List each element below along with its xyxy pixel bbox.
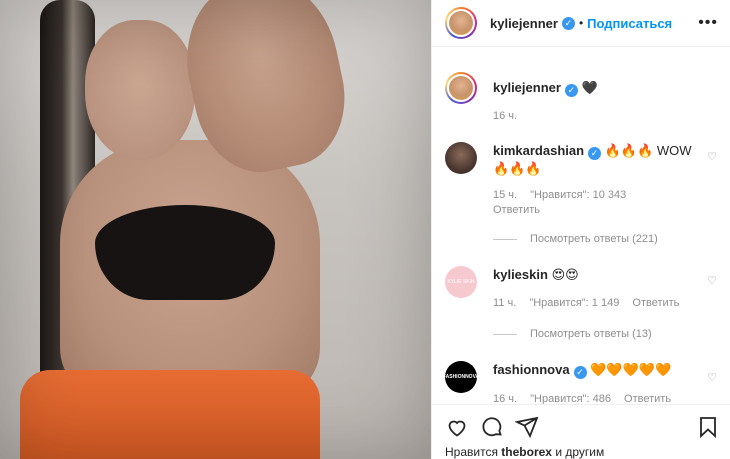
post-photo[interactable] [0, 0, 431, 459]
photo-vignette [0, 0, 431, 459]
caption-text: 🖤 [581, 80, 598, 95]
bookmark-icon[interactable] [696, 415, 720, 439]
caption-avatar[interactable] [445, 72, 477, 104]
replies-line [493, 238, 517, 240]
commenter-username[interactable]: fashionnova [493, 362, 570, 377]
comment-likes[interactable]: "Нравится": 486 [530, 393, 611, 404]
view-replies-label[interactable]: Посмотреть ответы (13) [530, 328, 652, 340]
commenter-avatar[interactable] [445, 142, 477, 174]
post-sidebar: kyliejenner ✓ • Подписаться ••• kyliejen… [431, 0, 730, 459]
commenter-avatar[interactable]: KYLIE SKIN [445, 266, 477, 298]
comment-meta: 15 ч. "Нравится": 10 343 [493, 189, 636, 201]
heart-icon[interactable] [445, 415, 469, 439]
replies-line [493, 333, 517, 335]
comment-time: 11 ч. [493, 297, 517, 309]
reply-button[interactable]: Ответить [624, 393, 671, 404]
verified-badge-icon: ✓ [588, 147, 602, 160]
instagram-post: kyliejenner ✓ • Подписаться ••• kyliejen… [0, 0, 730, 459]
reply-button[interactable]: Ответить [632, 297, 679, 309]
author-avatar[interactable] [445, 7, 477, 39]
liked-by-user[interactable]: theborex [501, 445, 552, 459]
reply-button[interactable]: Ответить [493, 204, 540, 216]
heart-outline-icon[interactable]: ♡ [707, 274, 717, 287]
verified-badge-icon: ✓ [561, 16, 575, 30]
heart-outline-icon[interactable]: ♡ [707, 150, 717, 163]
verified-badge-icon: ✓ [573, 366, 587, 379]
commenter-username[interactable]: kylieskin [493, 267, 548, 282]
view-replies-label[interactable]: Посмотреть ответы (221) [530, 233, 658, 245]
action-bar: Нравится theborex и другим [432, 404, 730, 459]
heart-outline-icon[interactable]: ♡ [707, 371, 717, 384]
comment-time: 15 ч. [493, 189, 518, 201]
liked-by-suffix[interactable]: и другим [555, 445, 604, 459]
comment-likes[interactable]: "Нравится": 1 149 [529, 297, 619, 309]
more-options-icon[interactable]: ••• [698, 14, 718, 32]
share-icon[interactable] [515, 415, 539, 439]
commenter-avatar[interactable]: FASHIONNOVA [443, 361, 479, 393]
caption-time: 16 ч. [493, 110, 518, 122]
comment-icon[interactable] [480, 415, 504, 439]
liked-by: Нравится theborex и другим [445, 445, 604, 459]
comment-text: 😍😍 [551, 267, 579, 282]
view-replies[interactable]: Посмотреть ответы (221) [493, 233, 658, 245]
liked-by-prefix: Нравится [445, 445, 498, 459]
commenter-username[interactable]: kimkardashian [493, 143, 584, 158]
comment-text: 🧡🧡🧡🧡🧡 [590, 362, 672, 377]
post-header: kyliejenner ✓ • Подписаться ••• [432, 0, 730, 47]
comment-likes[interactable]: "Нравится": 10 343 [530, 189, 626, 201]
follow-button[interactable]: Подписаться [587, 16, 672, 31]
comment-meta: 11 ч. "Нравится": 1 149 Ответить [493, 297, 689, 309]
comment-meta: 16 ч. "Нравится": 486 Ответить [493, 393, 681, 404]
caption-username[interactable]: kyliejenner [493, 80, 561, 95]
view-replies[interactable]: Посмотреть ответы (13) [493, 328, 652, 340]
comment-time: 16 ч. [493, 393, 518, 404]
verified-badge-icon: ✓ [564, 84, 578, 97]
author-username[interactable]: kyliejenner [490, 16, 558, 31]
separator-dot: • [578, 16, 584, 30]
comments-list[interactable]: kyliejenner ✓ 🖤 16 ч. kimkardashian ✓ 🔥🔥🔥 … [432, 48, 730, 404]
